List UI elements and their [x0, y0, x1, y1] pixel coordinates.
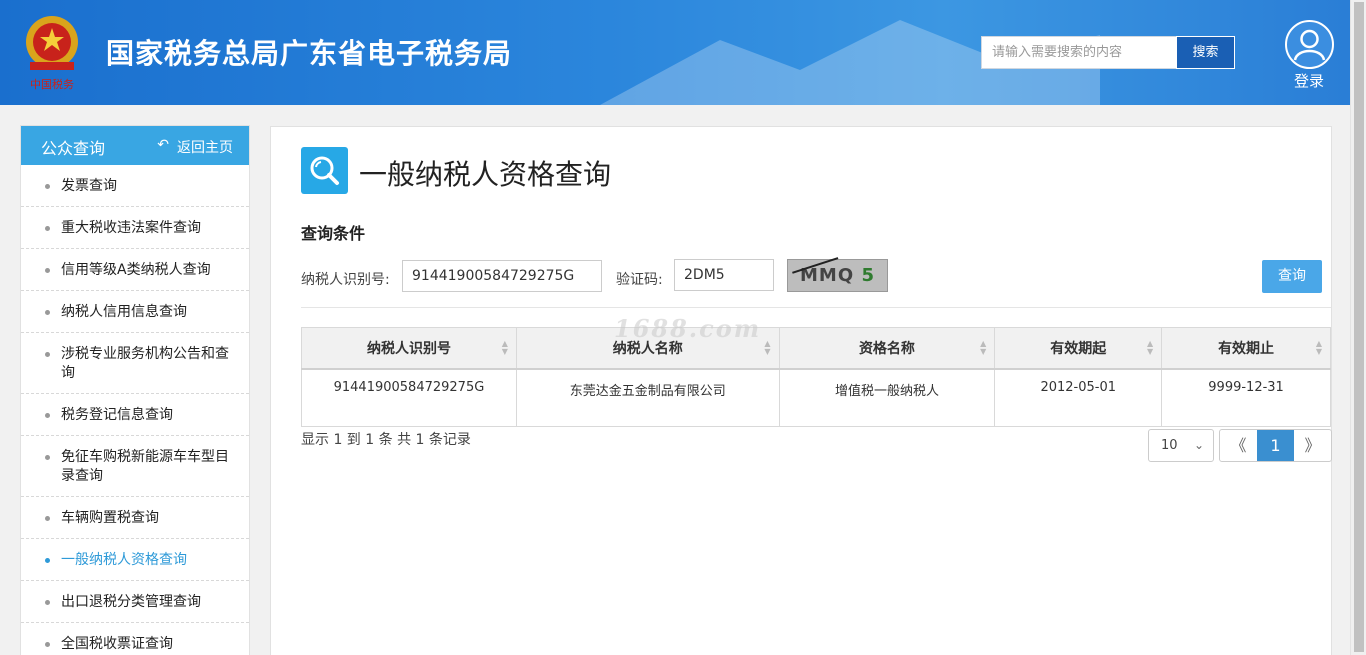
captcha-input[interactable]: 2DM5	[674, 259, 774, 291]
site-header: 中国税务 国家税务总局广东省电子税务局 请输入需要搜索的内容 搜索 登录	[0, 0, 1350, 105]
column-header[interactable]: 资格名称 ▲ ▼	[778, 327, 996, 370]
sidebar-item-ev-catalog[interactable]: 免征车购税新能源车车型目录查询	[21, 436, 249, 497]
bullet-icon	[45, 558, 50, 563]
prev-page-button[interactable]: 《	[1220, 430, 1257, 461]
page-size-select[interactable]: 10 ⌄	[1148, 429, 1214, 462]
chevron-down-icon: ⌄	[1193, 438, 1204, 452]
taxpayer-id-input[interactable]: 91441900584729275G	[402, 260, 602, 292]
search-button[interactable]: 搜索	[1176, 36, 1235, 69]
column-header[interactable]: 纳税人识别号 ▲ ▼	[301, 327, 517, 370]
bullet-icon	[45, 268, 50, 273]
sidebar-item-label: 出口退税分类管理查询	[61, 594, 201, 610]
sidebar-item-label: 车辆购置税查询	[61, 510, 159, 526]
sidebar-header: 公众查询 ↶ 返回主页	[21, 126, 249, 165]
sort-icon[interactable]: ▲ ▼	[980, 340, 986, 356]
captcha-image[interactable]: MMQ 5	[787, 257, 888, 292]
sidebar-item-label: 免征车购税新能源车车型目录查询	[61, 449, 229, 484]
sidebar-item-general-taxpayer[interactable]: 一般纳税人资格查询	[21, 539, 249, 581]
table-cell: 东莞达金五金制品有限公司	[515, 368, 780, 427]
sidebar-item-credit-a[interactable]: 信用等级A类纳税人查询	[21, 249, 249, 291]
table-header-row: 纳税人识别号 ▲ ▼ 纳税人名称 ▲ ▼ 资格名称 ▲ ▼ 有效期起 ▲ ▼ 有效期止 ▲ ▼	[301, 327, 1331, 370]
main-panel: 一般纳税人资格查询 查询条件 纳税人识别号: 91441900584729275…	[270, 126, 1332, 655]
bullet-icon	[45, 642, 50, 647]
sidebar-item-label: 税务登记信息查询	[61, 407, 173, 423]
sidebar-item-label: 纳税人信用信息查询	[61, 304, 187, 320]
sidebar: 公众查询 ↶ 返回主页 发票查询 重大税收违法案件查询 信用等级A类纳税人查询 …	[20, 125, 250, 655]
bullet-icon	[45, 455, 50, 460]
column-header[interactable]: 有效期起 ▲ ▼	[994, 327, 1163, 370]
sidebar-item-export-refund[interactable]: 出口退税分类管理查询	[21, 581, 249, 623]
captcha-label: 验证码:	[616, 272, 663, 288]
page-size-value: 10	[1161, 438, 1178, 453]
sidebar-menu: 发票查询 重大税收违法案件查询 信用等级A类纳税人查询 纳税人信用信息查询 涉税…	[21, 165, 249, 655]
sidebar-item-label: 全国税收票证查询	[61, 636, 173, 652]
bullet-icon	[45, 352, 50, 357]
captcha-digit: 5	[861, 265, 875, 286]
bullet-icon	[45, 516, 50, 521]
bullet-icon	[45, 310, 50, 315]
user-icon[interactable]	[1285, 20, 1334, 69]
sidebar-item-label: 一般纳税人资格查询	[61, 552, 187, 568]
page-title: 一般纳税人资格查询	[359, 158, 612, 191]
bullet-icon	[45, 184, 50, 189]
login-link[interactable]: 登录	[1286, 70, 1332, 91]
site-title: 国家税务总局广东省电子税务局	[106, 37, 513, 70]
column-header[interactable]: 有效期止 ▲ ▼	[1161, 327, 1331, 370]
search-icon	[301, 147, 348, 194]
conditions-title: 查询条件	[301, 224, 366, 243]
sidebar-item-label: 发票查询	[61, 178, 117, 194]
bullet-icon	[45, 226, 50, 231]
sort-icon[interactable]: ▲ ▼	[764, 340, 770, 356]
sidebar-item-label: 重大税收违法案件查询	[61, 220, 201, 236]
table-cell: 增值税一般纳税人	[778, 368, 996, 427]
pagination: 《 1 》	[1219, 429, 1332, 462]
bullet-icon	[45, 413, 50, 418]
table-cell: 9999-12-31	[1161, 368, 1331, 427]
sidebar-item-registration[interactable]: 税务登记信息查询	[21, 394, 249, 436]
table-row: 91441900584729275G 东莞达金五金制品有限公司 增值税一般纳税人…	[301, 368, 1331, 427]
sidebar-item-vehicle-tax[interactable]: 车辆购置税查询	[21, 497, 249, 539]
sort-icon[interactable]: ▲ ▼	[1316, 340, 1322, 356]
result-table: 纳税人识别号 ▲ ▼ 纳税人名称 ▲ ▼ 资格名称 ▲ ▼ 有效期起 ▲ ▼ 有效期止 ▲ ▼ 91…	[301, 327, 1331, 427]
next-page-button[interactable]: 》	[1294, 430, 1331, 461]
sidebar-item-major-violations[interactable]: 重大税收违法案件查询	[21, 207, 249, 249]
scrollbar-thumb[interactable]	[1354, 2, 1364, 652]
divider	[301, 307, 1331, 308]
search-input[interactable]: 请输入需要搜索的内容	[981, 36, 1176, 69]
sort-icon[interactable]: ▲ ▼	[502, 340, 508, 356]
svg-text:中国税务: 中国税务	[30, 77, 74, 91]
sidebar-item-tax-receipts[interactable]: 全国税收票证查询	[21, 623, 249, 655]
taxpayer-id-label: 纳税人识别号:	[301, 272, 390, 288]
sort-icon[interactable]: ▲ ▼	[1147, 340, 1153, 356]
table-cell: 2012-05-01	[994, 368, 1163, 427]
sidebar-item-tax-agencies[interactable]: 涉税专业服务机构公告和查询	[21, 333, 249, 394]
watermark: 1688.com	[614, 314, 762, 343]
bullet-icon	[45, 600, 50, 605]
sidebar-title: 公众查询	[41, 139, 106, 158]
sidebar-item-label: 涉税专业服务机构公告和查询	[61, 346, 229, 381]
back-arrow-icon[interactable]: ↶	[157, 137, 169, 153]
record-count-info: 显示 1 到 1 条 共 1 条记录	[301, 432, 471, 448]
tax-emblem-logo: 中国税务	[18, 10, 86, 94]
page-number-button[interactable]: 1	[1257, 430, 1294, 461]
sidebar-item-credit-info[interactable]: 纳税人信用信息查询	[21, 291, 249, 333]
sidebar-item-label: 信用等级A类纳税人查询	[61, 262, 211, 278]
table-cell: 91441900584729275G	[301, 368, 517, 427]
vertical-scrollbar[interactable]	[1350, 0, 1366, 655]
query-button[interactable]: 查询	[1262, 260, 1322, 293]
back-home-link[interactable]: 返回主页	[177, 137, 233, 157]
sidebar-item-invoice[interactable]: 发票查询	[21, 165, 249, 207]
